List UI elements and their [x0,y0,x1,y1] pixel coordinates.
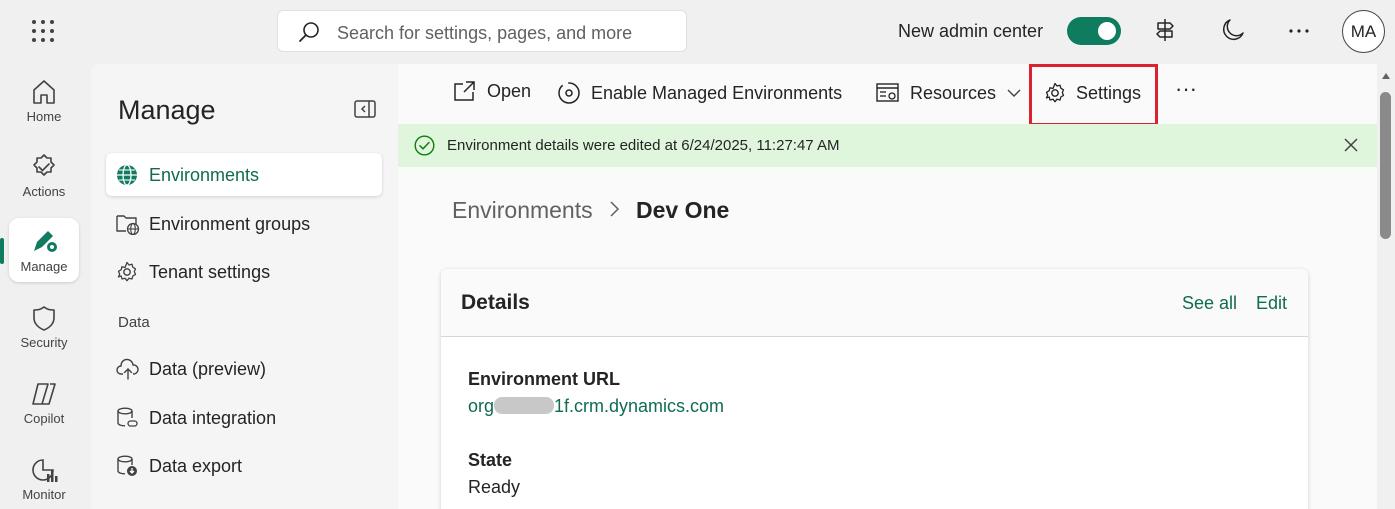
resources-dropdown[interactable]: Resources [876,64,1022,122]
settings-highlight-box [1029,64,1158,126]
home-icon [33,80,55,104]
nav-item-label: Data export [149,456,243,476]
gear-icon [117,261,137,282]
database-download-icon [117,455,137,476]
open-external-icon [454,81,475,101]
url-prefix: org [468,396,495,416]
edit-link[interactable]: Edit [1256,293,1287,314]
resources-icon [876,83,899,102]
signpost-icon[interactable] [1152,17,1178,43]
more-options-icon[interactable] [1287,17,1313,43]
nav-item-data-integration[interactable]: Data integration [106,396,382,439]
nav-item-data-preview[interactable]: Data (preview) [106,347,382,390]
nav-item-environments[interactable]: Environments [106,153,382,196]
search-placeholder: Search for settings, pages, and more [337,23,633,43]
rail-item-security[interactable]: Security [9,296,79,360]
scrollbar-thumb[interactable] [1380,92,1391,239]
state-label: State [468,450,513,470]
left-rail: Home Actions Manage Security Copilot Mon… [0,64,88,509]
nav-item-data-export[interactable]: Data export [106,444,382,487]
chevron-right-icon [610,201,620,217]
details-card-header: Details See all Edit [441,269,1308,337]
avatar[interactable]: MA [1342,10,1385,53]
rail-item-manage[interactable]: Manage [9,218,79,282]
nav-item-label: Environments [149,165,260,185]
toggle-knob [1098,22,1116,40]
active-rail-indicator [0,238,4,264]
moon-icon[interactable] [1220,17,1246,43]
see-all-link[interactable]: See all [1182,293,1237,314]
redacted-block [494,397,555,414]
search-icon [299,22,319,42]
managed-environment-icon [558,82,580,104]
details-card: Details See all Edit Environment URL org… [441,269,1308,509]
enable-managed-label: Enable Managed Environments [591,82,843,103]
rail-label: Monitor [22,487,66,502]
rail-item-home[interactable]: Home [9,70,79,134]
rail-label: Security [20,335,68,350]
scroll-up-arrow-icon[interactable] [1381,72,1391,80]
app-launcher-icon[interactable] [31,19,55,43]
breadcrumb-environments[interactable]: Environments [452,197,593,224]
nav-item-label: Tenant settings [149,262,271,282]
url-suffix: 1f.crm.dynamics.com [554,396,725,416]
details-title: Details [461,291,530,314]
chevron-down-icon [1007,89,1021,97]
cloud-upload-icon [116,358,139,380]
open-label: Open [487,80,532,101]
more-commands-button[interactable]: ··· [1175,60,1197,118]
nav-item-label: Data integration [149,408,277,428]
nav-item-environment-groups[interactable]: Environment groups [106,202,382,245]
rail-item-monitor[interactable]: Monitor [9,448,79,509]
new-admin-center-toggle[interactable] [1067,17,1121,45]
rail-item-actions[interactable]: Actions [9,145,79,209]
state-value: Ready [468,477,521,497]
data-section-label: Data [118,314,150,331]
nav-item-tenant-settings[interactable]: Tenant settings [106,250,382,293]
rail-label: Copilot [23,411,65,426]
environment-url-value[interactable]: org 1f.crm.dynamics.com [468,396,724,417]
rail-label: Actions [22,184,66,199]
rail-label: Home [26,109,62,124]
enable-managed-environments-button[interactable]: Enable Managed Environments [557,64,842,122]
copilot-icon [32,383,56,405]
search-input[interactable]: Search for settings, pages, and more [277,10,687,52]
banner-message: Environment details were edited at 6/24/… [447,137,840,154]
collapse-panel-icon[interactable] [354,100,376,118]
manage-panel: Manage Environments Environment groups T… [91,64,398,509]
rail-label: Manage [20,259,68,274]
more-commands-icon: ··· [1175,76,1197,101]
environment-url-label: Environment URL [468,369,621,389]
open-button[interactable]: Open [453,62,531,120]
folder-globe-icon [116,215,140,235]
new-admin-center-label: New admin center [898,21,1044,41]
breadcrumb-current: Dev One [636,197,730,223]
top-bar: Search for settings, pages, and more New… [0,0,1395,64]
vertical-scrollbar[interactable] [1377,64,1395,509]
manage-icon [34,231,57,252]
shield-icon [33,306,55,331]
panel-title: Manage [118,95,216,125]
database-link-icon [117,407,138,427]
main-content: Open Enable Managed Environments Resourc… [398,64,1377,509]
success-check-icon [414,135,435,156]
resources-label: Resources [910,82,997,103]
globe-icon [117,164,137,186]
rail-item-copilot[interactable]: Copilot [9,372,79,436]
close-icon[interactable] [1343,137,1359,153]
monitor-icon [32,459,58,482]
nav-item-label: Data (preview) [149,359,267,379]
actions-badge-icon [33,154,55,176]
success-banner: Environment details were edited at 6/24/… [398,124,1377,167]
nav-item-label: Environment groups [149,214,311,234]
